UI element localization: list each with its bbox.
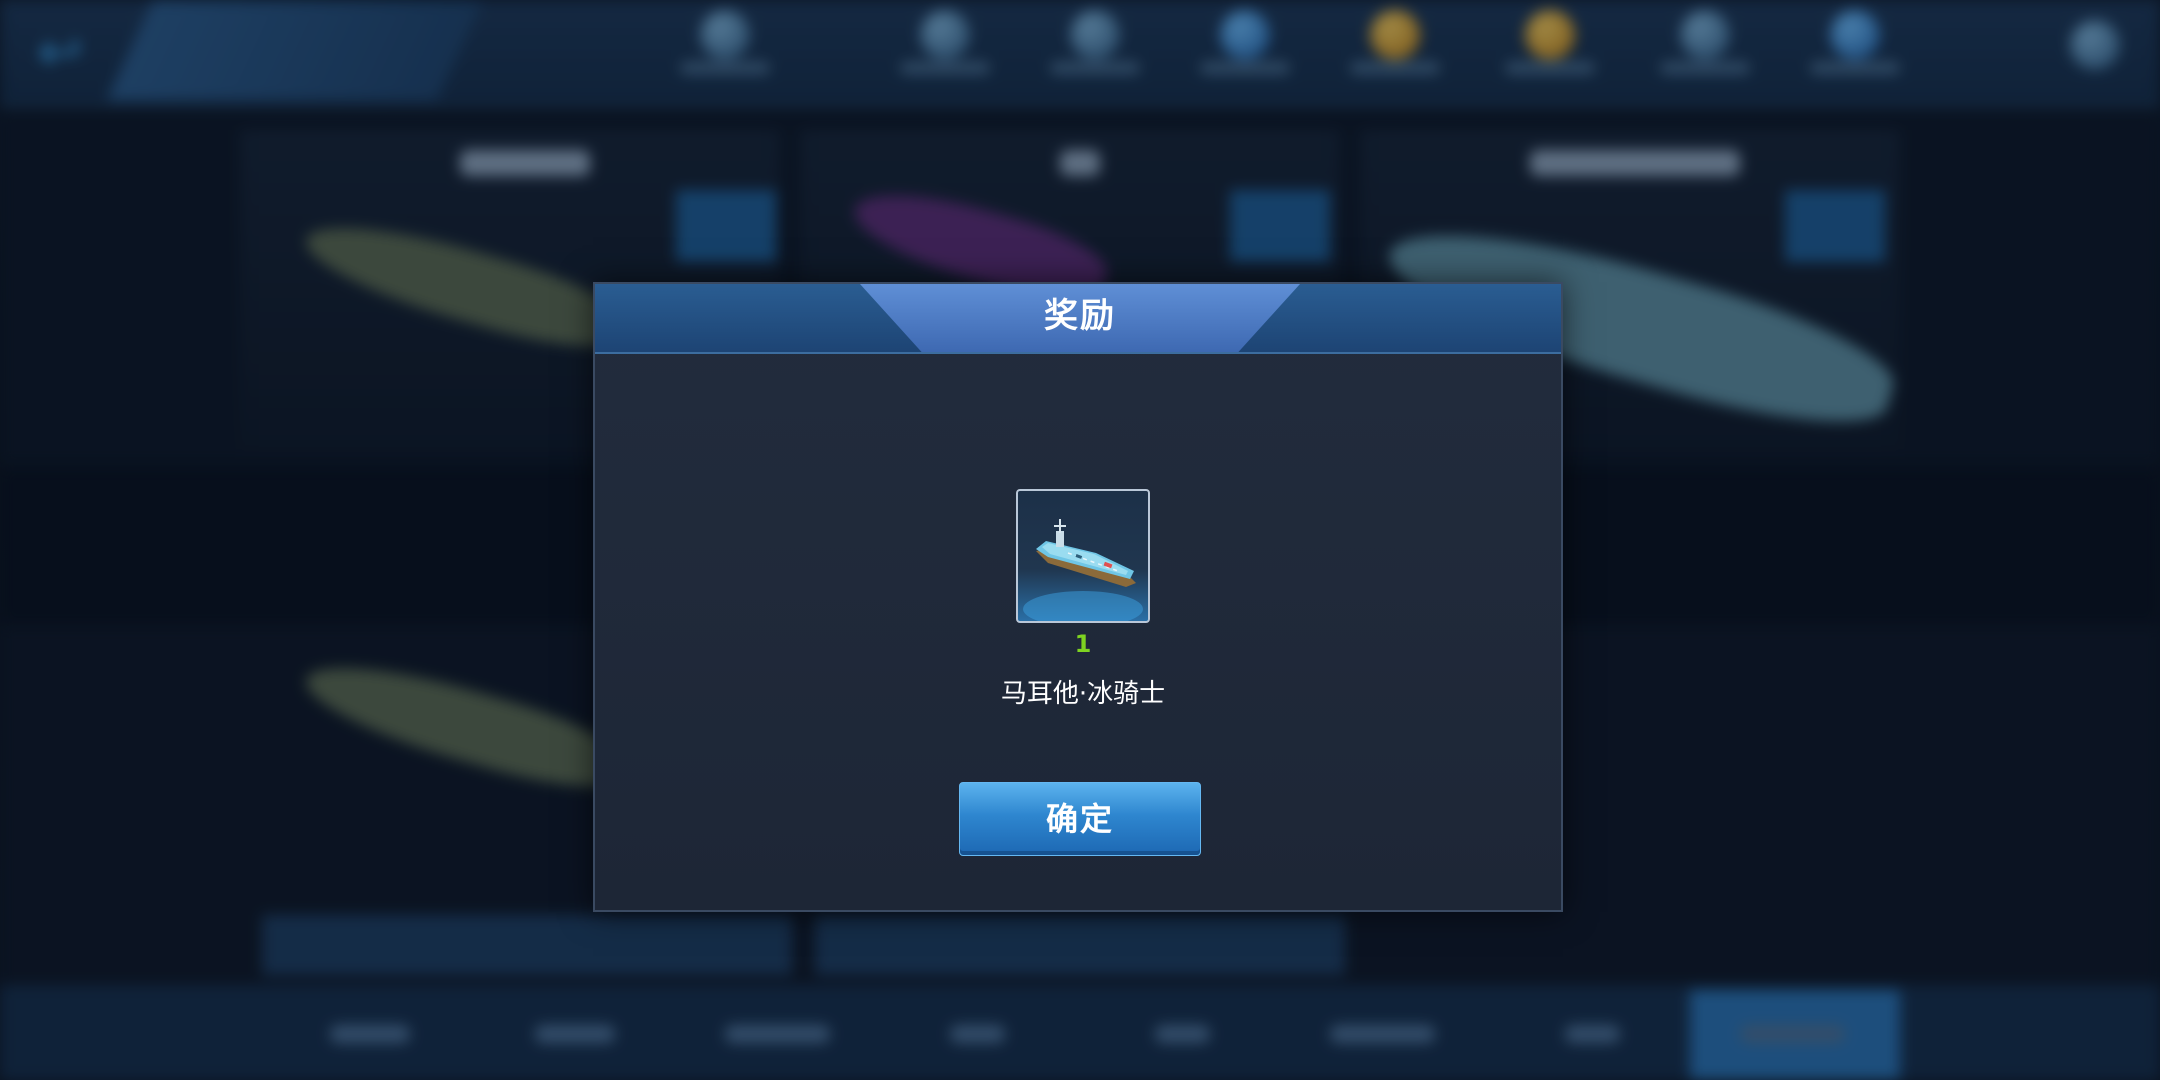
aircraft-carrier-icon <box>1023 519 1143 621</box>
dialog-title: 奖励 <box>1044 296 1116 336</box>
reward-item-name: 马耳他·冰骑士 <box>1000 679 1166 709</box>
reward-dialog: 奖励 1 马耳他·冰骑士 确定 <box>593 282 1563 912</box>
reward-quantity: 1 <box>1074 630 1092 658</box>
dialog-header: 奖励 <box>595 284 1561 354</box>
confirm-button[interactable]: 确定 <box>959 782 1201 856</box>
game-screen: ↩ 奖励 1 马耳他·冰骑士 确定 <box>0 0 2160 1080</box>
reward-item-slot[interactable] <box>1016 489 1150 623</box>
